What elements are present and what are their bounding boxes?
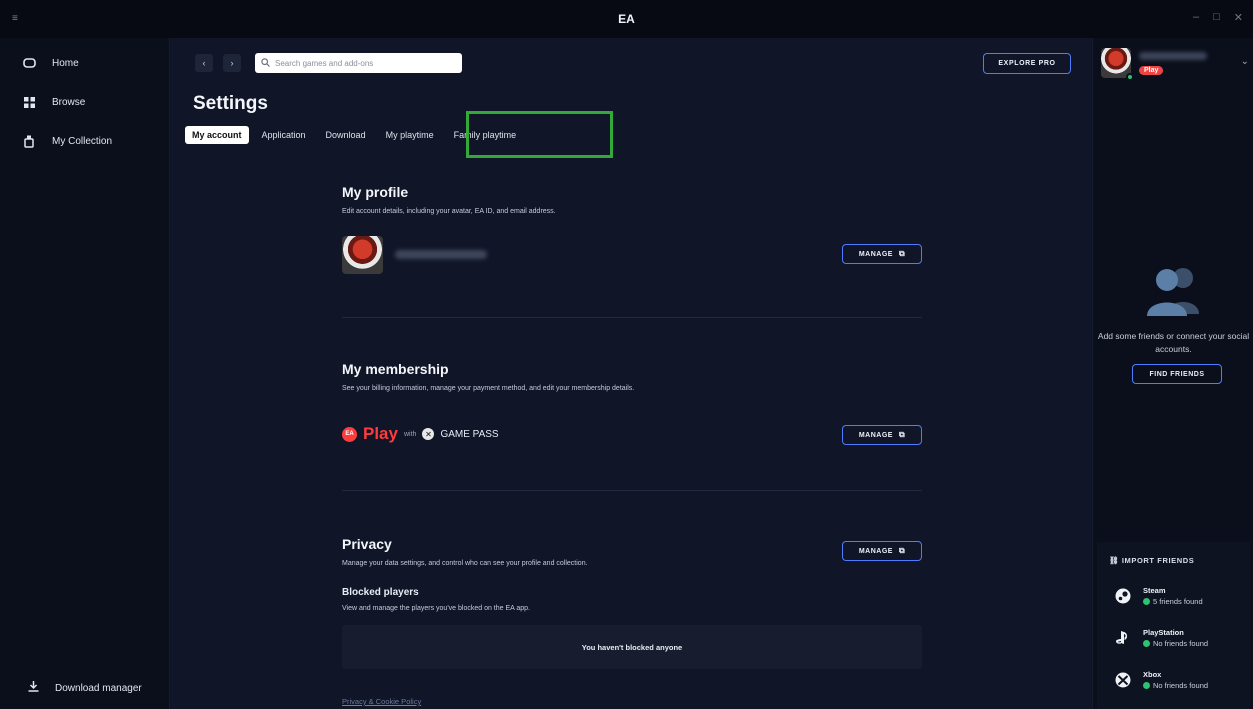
import-steam[interactable]: Steam 5 friends found (1115, 586, 1203, 606)
manage-label: MANAGE (858, 547, 893, 555)
import-name: Xbox (1143, 670, 1162, 679)
sidebar-item-label: Browse (52, 96, 86, 108)
window-title: EA (618, 12, 635, 26)
divider (342, 317, 922, 318)
external-link-icon: ⧉ (898, 249, 906, 258)
search-bar[interactable] (255, 53, 462, 73)
status-dot-icon (1143, 598, 1150, 605)
import-name: Steam (1143, 586, 1166, 595)
import-name: PlayStation (1143, 628, 1184, 637)
tab-my-account[interactable]: My account (185, 126, 249, 144)
privacy-description: Manage your data settings, and control w… (342, 560, 588, 567)
import-status-text: 5 friends found (1153, 597, 1203, 606)
external-link-icon: ⧉ (898, 430, 906, 439)
gamepass-wordmark: GAME PASS (440, 428, 499, 440)
minimize-icon[interactable]: – (1193, 11, 1199, 24)
download-manager-label: Download manager (55, 682, 142, 694)
import-friends-title: ⛓ IMPORT FRIENDS (1109, 556, 1194, 565)
tab-application[interactable]: Application (255, 126, 313, 144)
sidebar-item-browse[interactable]: Browse (22, 95, 85, 109)
main-content: ‹ › EXPLORE PRO Settings My account Appl… (171, 38, 1091, 709)
steam-icon (1115, 588, 1131, 604)
home-icon (22, 56, 36, 70)
search-input[interactable] (275, 58, 445, 68)
privacy-manage-button[interactable]: MANAGE ⧉ (842, 541, 922, 561)
sidebar-item-my-collection[interactable]: My Collection (22, 134, 112, 148)
status-dot-icon (1143, 640, 1150, 647)
chevron-down-icon[interactable]: ⌄ (1241, 56, 1249, 67)
link-icon: ⛓ (1109, 556, 1122, 565)
blocked-players-title: Blocked players (342, 587, 419, 598)
membership-description: See your billing information, manage you… (342, 385, 635, 392)
username-redacted (1139, 52, 1207, 60)
privacy-title: Privacy (342, 536, 392, 552)
back-button[interactable]: ‹ (195, 54, 213, 72)
status-dot-icon (1143, 682, 1150, 689)
friends-panel: Play ⌄ Add some friends or connect your … (1092, 38, 1253, 709)
profile-description: Edit account details, including your ava… (342, 208, 556, 215)
manage-label: MANAGE (858, 431, 893, 439)
privacy-policy-link[interactable]: Privacy & Cookie Policy (342, 697, 421, 706)
playstation-icon (1115, 630, 1131, 646)
username-redacted (395, 250, 487, 259)
tab-my-playtime[interactable]: My playtime (379, 126, 441, 144)
import-status-text: No friends found (1153, 681, 1209, 690)
import-xbox[interactable]: Xbox No friends found (1115, 670, 1208, 690)
explore-pro-button[interactable]: EXPLORE PRO (983, 53, 1071, 74)
collection-icon (22, 134, 36, 148)
import-friends-panel: ⛓ IMPORT FRIENDS Steam 5 friends found P… (1097, 542, 1250, 709)
with-label: with (403, 430, 417, 438)
download-manager-button[interactable]: Download manager (28, 681, 142, 695)
friends-icon (1147, 268, 1199, 316)
xbox-icon: ✕ (422, 428, 435, 440)
import-status: No friends found (1143, 681, 1208, 690)
highlight-box (466, 111, 613, 158)
avatar[interactable] (342, 236, 383, 274)
play-wordmark: Play (363, 424, 398, 443)
ea-logo-icon: EA (342, 426, 357, 442)
divider (342, 490, 922, 491)
import-friends-label: IMPORT FRIENDS (1121, 556, 1195, 565)
blocked-players-description: View and manage the players you've block… (342, 605, 531, 612)
maximize-icon[interactable]: □ (1213, 11, 1220, 24)
membership-manage-button[interactable]: MANAGE ⧉ (842, 425, 922, 445)
import-status-text: No friends found (1153, 639, 1209, 648)
sidebar: Home Browse My Collection Download manag… (0, 38, 170, 709)
profile-title: My profile (342, 184, 409, 200)
page-title: Settings (193, 93, 268, 114)
manage-label: MANAGE (858, 250, 893, 258)
search-icon (261, 57, 270, 69)
chevron-left-icon: ‹ (202, 58, 206, 68)
ea-play-gamepass-logo: EA Play with ✕ GAME PASS (342, 424, 499, 444)
download-icon (28, 681, 39, 695)
play-badge: Play (1139, 66, 1164, 75)
forward-button[interactable]: › (223, 54, 241, 72)
membership-title: My membership (342, 361, 449, 377)
profile-manage-button[interactable]: MANAGE ⧉ (842, 244, 922, 264)
blocked-players-empty: You haven't blocked anyone (342, 625, 922, 669)
sidebar-item-home[interactable]: Home (22, 56, 79, 70)
online-status-icon (1126, 73, 1134, 81)
sidebar-item-label: My Collection (52, 135, 113, 147)
title-bar: ≡ EA – □ ✕ (0, 0, 1253, 38)
sidebar-item-label: Home (52, 57, 79, 69)
tab-download[interactable]: Download (319, 126, 373, 144)
import-status: 5 friends found (1143, 597, 1203, 606)
xbox-icon (1115, 672, 1131, 688)
window-controls: – □ ✕ (1193, 11, 1243, 24)
import-status: No friends found (1143, 639, 1208, 648)
import-playstation[interactable]: PlayStation No friends found (1115, 628, 1208, 648)
external-link-icon: ⧉ (898, 546, 906, 555)
friends-empty-text: Add some friends or connect your social … (1097, 331, 1250, 354)
close-icon[interactable]: ✕ (1234, 11, 1243, 24)
grid-icon (22, 95, 36, 109)
find-friends-button[interactable]: FIND FRIENDS (1132, 364, 1222, 384)
chevron-right-icon: › (230, 58, 234, 68)
